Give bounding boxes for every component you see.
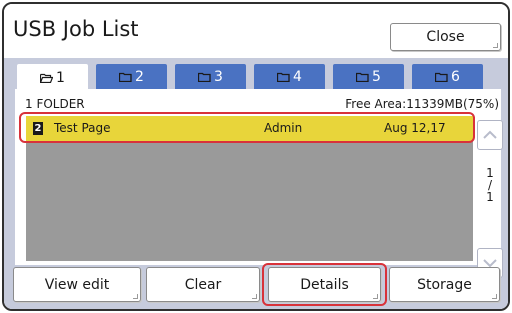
folder-icon xyxy=(198,72,211,82)
job-date: Aug 12,17 xyxy=(384,121,446,135)
tab-label: 2 xyxy=(135,68,144,85)
tab-label: 1 xyxy=(56,69,65,86)
folder-open-icon xyxy=(40,73,54,83)
usb-job-list-window: USB Job List Close 1 2 3 4 5 6 1 FOLDER … xyxy=(2,2,510,311)
tab-folder-6[interactable]: 6 xyxy=(412,64,483,89)
job-owner: Admin xyxy=(264,121,303,135)
tab-label: 3 xyxy=(214,68,223,85)
page-total: 1 xyxy=(486,190,494,204)
tab-folder-2[interactable]: 2 xyxy=(96,64,167,89)
scroll-up-button[interactable] xyxy=(477,120,503,150)
job-number-badge: 2 xyxy=(33,122,43,135)
folder-icon xyxy=(277,72,290,82)
job-name: Test Page xyxy=(54,121,111,135)
folder-label: 1 FOLDER xyxy=(25,97,85,111)
tab-folder-1[interactable]: 1 xyxy=(17,64,88,91)
free-area: Free Area:11339MB(75%) xyxy=(345,97,499,111)
details-button[interactable]: Details xyxy=(268,267,381,302)
folder-icon xyxy=(356,72,369,82)
storage-button[interactable]: Storage xyxy=(389,267,500,302)
clear-button[interactable]: Clear xyxy=(146,267,260,302)
tab-folder-3[interactable]: 3 xyxy=(175,64,246,89)
job-row[interactable]: 2 Test Page Admin Aug 12,17 xyxy=(26,116,473,141)
folder-icon xyxy=(119,72,132,82)
tab-folder-5[interactable]: 5 xyxy=(333,64,404,89)
header: USB Job List Close xyxy=(4,4,508,54)
close-button[interactable]: Close xyxy=(390,23,501,51)
job-list-area: 1 FOLDER Free Area:11339MB(75%) 2 Test P… xyxy=(15,89,503,278)
tab-folder-4[interactable]: 4 xyxy=(254,64,325,89)
main-panel: 1 2 3 4 5 6 1 FOLDER Free Area:11339MB(7… xyxy=(4,58,508,309)
tab-label: 5 xyxy=(372,68,381,85)
page-indicator: 1 / 1 xyxy=(477,167,503,203)
tab-label: 4 xyxy=(293,68,302,85)
chevron-up-icon xyxy=(483,130,497,139)
folder-icon xyxy=(435,72,448,82)
tab-label: 6 xyxy=(451,68,460,85)
job-list: 2 Test Page Admin Aug 12,17 xyxy=(26,116,473,261)
folder-tabs: 1 2 3 4 5 6 xyxy=(17,64,491,91)
window-title: USB Job List xyxy=(13,17,139,41)
view-edit-button[interactable]: View edit xyxy=(13,267,141,302)
